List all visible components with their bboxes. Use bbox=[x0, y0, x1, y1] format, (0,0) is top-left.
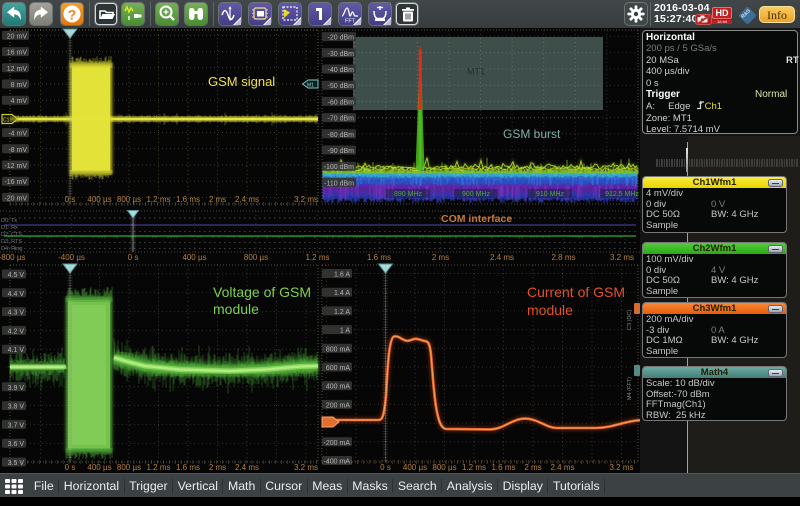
svg-text:2 ms: 2 ms bbox=[432, 253, 449, 262]
svg-text:GSM burst: GSM burst bbox=[503, 127, 561, 141]
svg-text:1.4 A: 1.4 A bbox=[334, 290, 350, 297]
svg-text:M4 (FFT): M4 (FFT) bbox=[627, 377, 633, 400]
svg-text:4.3 V: 4.3 V bbox=[8, 310, 25, 317]
svg-text:C1: C1 bbox=[3, 118, 10, 124]
svg-text:1.6 ms: 1.6 ms bbox=[491, 463, 515, 472]
svg-text:16 mV: 16 mV bbox=[7, 50, 28, 57]
svg-text:400 µs: 400 µs bbox=[87, 463, 111, 472]
svg-text:-4 mV: -4 mV bbox=[8, 131, 27, 138]
svg-text:2.4 ms: 2.4 ms bbox=[550, 463, 574, 472]
svg-text:0 s: 0 s bbox=[128, 253, 139, 262]
svg-text:4 mV: 4 mV bbox=[11, 98, 28, 105]
svg-text:400 µs: 400 µs bbox=[87, 195, 111, 204]
svg-text:D0: Tx: D0: Tx bbox=[1, 218, 17, 224]
svg-text:2 ms: 2 ms bbox=[524, 463, 541, 472]
svg-text:3.2 ms: 3.2 ms bbox=[610, 253, 634, 262]
svg-text:-12 mV: -12 mV bbox=[4, 163, 27, 170]
svg-text:-800 µs: -800 µs bbox=[0, 253, 25, 262]
svg-text:-60 dBm: -60 dBm bbox=[328, 99, 355, 106]
svg-text:1.2 ms: 1.2 ms bbox=[146, 195, 170, 204]
svg-text:-40 dBm: -40 dBm bbox=[328, 67, 355, 74]
svg-text:-16 mV: -16 mV bbox=[4, 179, 27, 186]
svg-text:912.5 MHz: 912.5 MHz bbox=[605, 191, 639, 198]
svg-text:-8 mV: -8 mV bbox=[8, 147, 27, 154]
svg-text:-80 dBm: -80 dBm bbox=[328, 132, 355, 139]
svg-text:1.6 ms: 1.6 ms bbox=[176, 463, 200, 472]
svg-text:3.2 ms: 3.2 ms bbox=[294, 195, 318, 204]
svg-text:800 µs: 800 µs bbox=[432, 463, 456, 472]
svg-text:20 mV: 20 mV bbox=[7, 33, 28, 40]
svg-text:800 µs: 800 µs bbox=[117, 463, 141, 472]
svg-text:0 s: 0 s bbox=[380, 463, 391, 472]
svg-text:module: module bbox=[527, 302, 573, 318]
svg-text:800 mA: 800 mA bbox=[326, 346, 350, 353]
svg-text:800 µs: 800 µs bbox=[117, 195, 141, 204]
svg-text:-30 dBm: -30 dBm bbox=[328, 51, 355, 58]
svg-text:2.4 ms: 2.4 ms bbox=[235, 463, 259, 472]
svg-text:-110 dBm: -110 dBm bbox=[324, 180, 354, 187]
svg-text:-50 dBm: -50 dBm bbox=[328, 83, 355, 90]
svg-text:400 µs: 400 µs bbox=[403, 463, 427, 472]
svg-text:2.8 ms: 2.8 ms bbox=[551, 253, 575, 262]
svg-text:4.4 V: 4.4 V bbox=[8, 291, 25, 298]
svg-text:-400 µs: -400 µs bbox=[58, 253, 85, 262]
svg-text:module: module bbox=[213, 301, 259, 317]
svg-text:3.8 V: 3.8 V bbox=[8, 404, 25, 411]
svg-text:MT1: MT1 bbox=[467, 67, 485, 77]
svg-text:-200 mA: -200 mA bbox=[324, 440, 351, 447]
svg-text:1.2 ms: 1.2 ms bbox=[146, 463, 170, 472]
svg-text:-20 mV: -20 mV bbox=[4, 195, 27, 202]
svg-text:-100 dBm: -100 dBm bbox=[324, 164, 355, 171]
svg-text:3.7 V: 3.7 V bbox=[8, 422, 25, 429]
svg-text:-90 dBm: -90 dBm bbox=[328, 148, 355, 155]
svg-text:D2: CTS: D2: CTS bbox=[1, 232, 22, 238]
svg-text:1.6 A: 1.6 A bbox=[334, 272, 350, 279]
svg-text:400 mA: 400 mA bbox=[326, 384, 350, 391]
svg-text:12 mV: 12 mV bbox=[7, 66, 28, 73]
svg-text:D3: RTS: D3: RTS bbox=[1, 239, 22, 245]
svg-text:Voltage of GSM: Voltage of GSM bbox=[213, 284, 311, 300]
svg-text:8 mV: 8 mV bbox=[11, 82, 28, 89]
svg-text:2 ms: 2 ms bbox=[209, 463, 226, 472]
svg-text:C3 (DC): C3 (DC) bbox=[627, 310, 633, 330]
svg-text:3.2 ms: 3.2 ms bbox=[609, 463, 633, 472]
svg-text:1.2 ms: 1.2 ms bbox=[462, 463, 486, 472]
svg-text:COM interface: COM interface bbox=[441, 213, 512, 225]
svg-text:3.6 V: 3.6 V bbox=[8, 441, 25, 448]
svg-text:-70 dBm: -70 dBm bbox=[328, 116, 355, 123]
svg-text:200 mA: 200 mA bbox=[326, 402, 350, 409]
svg-text:2 ms: 2 ms bbox=[209, 195, 226, 204]
svg-text:1.6 ms: 1.6 ms bbox=[176, 195, 200, 204]
svg-text:1.2 ms: 1.2 ms bbox=[305, 253, 329, 262]
svg-text:1.6 ms: 1.6 ms bbox=[367, 253, 391, 262]
svg-text:900 MHz: 900 MHz bbox=[462, 191, 491, 198]
svg-text:M1: M1 bbox=[307, 83, 314, 89]
svg-text:3.2 ms: 3.2 ms bbox=[294, 463, 318, 472]
svg-text:GSM signal: GSM signal bbox=[208, 74, 275, 89]
svg-text:1 A: 1 A bbox=[340, 328, 350, 335]
svg-text:-20 dBm: -20 dBm bbox=[328, 35, 355, 42]
svg-text:1.2 A: 1.2 A bbox=[334, 309, 350, 316]
svg-text:400 µs: 400 µs bbox=[182, 253, 206, 262]
svg-text:2.4 ms: 2.4 ms bbox=[490, 253, 514, 262]
svg-text:D4: Ring: D4: Ring bbox=[1, 246, 22, 252]
svg-text:D1: Rx: D1: Rx bbox=[1, 225, 18, 231]
svg-text:?: ? bbox=[68, 7, 77, 23]
svg-text:2.4 ms: 2.4 ms bbox=[235, 195, 259, 204]
svg-text:600 mA: 600 mA bbox=[326, 365, 350, 372]
svg-text:3.9 V: 3.9 V bbox=[8, 385, 25, 392]
svg-text:4.1 V: 4.1 V bbox=[8, 347, 25, 354]
svg-text:910 MHz: 910 MHz bbox=[536, 191, 565, 198]
svg-text:4.5 V: 4.5 V bbox=[8, 272, 25, 279]
svg-text:890 MHz: 890 MHz bbox=[394, 191, 423, 198]
svg-text:800 µs: 800 µs bbox=[244, 253, 268, 262]
svg-text:4.2 V: 4.2 V bbox=[8, 328, 25, 335]
svg-text:0 s: 0 s bbox=[65, 463, 76, 472]
svg-text:Current of GSM: Current of GSM bbox=[527, 284, 625, 300]
svg-text:FFT: FFT bbox=[345, 19, 356, 25]
